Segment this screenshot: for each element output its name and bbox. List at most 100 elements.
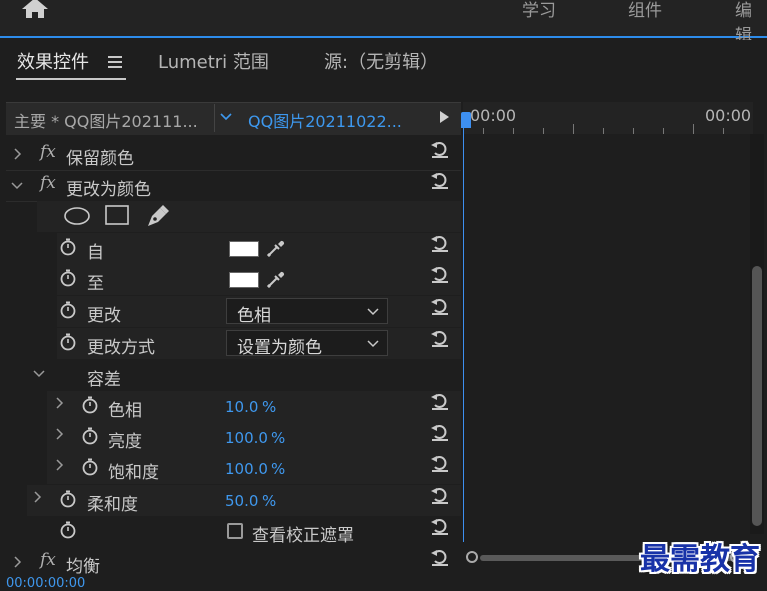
param-label-hue: 色相 <box>108 401 142 421</box>
change-dropdown-value: 色相 <box>237 306 271 326</box>
master-clip-label[interactable]: 主要 * QQ图片202111... <box>14 108 198 132</box>
ruler-time-start: 00:00 <box>470 106 517 125</box>
stopwatch-icon[interactable] <box>59 521 77 539</box>
rectangle-mask-icon[interactable] <box>105 205 129 227</box>
sequence-clip-label[interactable]: QQ图片20211022... <box>248 108 402 132</box>
param-label-change: 更改 <box>87 306 121 326</box>
param-row-to[interactable]: 至 <box>57 264 461 295</box>
hue-value[interactable]: 10.0 <box>225 398 258 416</box>
chevron-down-icon[interactable] <box>33 367 45 379</box>
param-row-from[interactable]: 自 <box>57 233 461 264</box>
effect-row-preserve-color[interactable]: fx 保留颜色 <box>6 139 461 171</box>
reset-icon[interactable] <box>430 518 450 536</box>
reset-icon[interactable] <box>430 141 450 159</box>
reset-icon[interactable] <box>430 424 450 442</box>
lightness-value[interactable]: 100.0 <box>225 429 268 447</box>
saturation-value[interactable]: 100.0 <box>225 460 268 478</box>
to-color-swatch[interactable] <box>229 272 259 288</box>
change-by-dropdown-value: 设置为颜色 <box>237 338 322 358</box>
effect-row-change-to-color[interactable]: fx 更改为颜色 <box>6 170 461 202</box>
view-mask-label: 查看校正遮罩 <box>252 526 354 546</box>
fx-icon[interactable]: fx <box>40 142 56 162</box>
reset-icon[interactable] <box>430 330 450 348</box>
mask-tools-row <box>37 201 461 232</box>
effect-row-equalize[interactable]: fx 均衡 <box>6 547 461 578</box>
vertical-scrollbar-thumb[interactable] <box>752 266 762 526</box>
tab-effect-controls[interactable]: 效果控件 <box>17 48 89 74</box>
effect-timeline[interactable] <box>463 102 767 586</box>
stopwatch-icon[interactable] <box>81 396 99 414</box>
reset-icon[interactable] <box>430 266 450 284</box>
tab-source[interactable]: 源:（无剪辑） <box>324 48 438 74</box>
play-triangle-icon[interactable] <box>438 110 450 124</box>
fx-icon[interactable]: fx <box>40 173 56 193</box>
view-mask-checkbox[interactable] <box>227 523 243 539</box>
home-icon[interactable] <box>20 0 50 20</box>
stopwatch-icon[interactable] <box>59 333 77 351</box>
param-row-view-mask[interactable]: 查看校正遮罩 <box>27 516 461 547</box>
effect-name-change-to-color: 更改为颜色 <box>66 180 151 200</box>
reset-icon[interactable] <box>430 235 450 253</box>
param-label-change-by: 更改方式 <box>87 338 155 358</box>
chevron-down-icon[interactable] <box>220 112 232 122</box>
effect-name-preserve-color: 保留颜色 <box>66 149 134 169</box>
stopwatch-icon[interactable] <box>59 301 77 319</box>
playhead-line[interactable] <box>463 112 464 542</box>
param-label-from: 自 <box>87 243 104 263</box>
reset-icon[interactable] <box>430 455 450 473</box>
softness-unit: % <box>262 492 277 510</box>
param-row-lightness[interactable]: 亮度 100.0 % <box>47 422 461 453</box>
workspace-tab-assembly[interactable]: 组件 <box>628 0 662 21</box>
ellipse-mask-icon[interactable] <box>63 206 91 226</box>
current-timecode[interactable]: 00:00:00:00 <box>6 576 85 591</box>
softness-value[interactable]: 50.0 <box>225 492 258 510</box>
group-row-tolerance[interactable]: 容差 <box>27 359 461 390</box>
from-color-swatch[interactable] <box>229 241 259 257</box>
stopwatch-icon[interactable] <box>81 458 99 476</box>
chevron-right-icon[interactable] <box>53 428 65 440</box>
param-row-change-by[interactable]: 更改方式 设置为颜色 <box>57 328 461 359</box>
active-tab-underline <box>16 78 126 80</box>
tab-lumetri-scope[interactable]: Lumetri 范围 <box>158 48 269 74</box>
param-label-lightness: 亮度 <box>108 432 142 452</box>
param-row-change[interactable]: 更改 色相 <box>57 296 461 327</box>
chevron-down-icon <box>367 340 379 348</box>
playhead-handle[interactable] <box>461 112 471 128</box>
param-label-softness: 柔和度 <box>87 495 138 515</box>
saturation-unit: % <box>271 460 286 478</box>
watermark-logo: 最需教育 <box>640 542 760 577</box>
fx-icon[interactable]: fx <box>40 550 56 570</box>
lightness-unit: % <box>271 429 286 447</box>
chevron-down-icon[interactable] <box>11 179 23 191</box>
group-label-tolerance: 容差 <box>87 370 121 390</box>
panel-menu-icon[interactable] <box>108 56 122 68</box>
stopwatch-icon[interactable] <box>59 269 77 287</box>
zoom-scrollbar-left-handle[interactable] <box>466 551 478 563</box>
change-dropdown[interactable]: 色相 <box>226 298 388 326</box>
reset-icon[interactable] <box>430 393 450 411</box>
param-row-saturation[interactable]: 饱和度 100.0 % <box>47 453 461 484</box>
eyedropper-icon[interactable] <box>265 237 287 259</box>
pen-mask-icon[interactable] <box>145 203 171 229</box>
stopwatch-icon[interactable] <box>81 427 99 445</box>
change-by-dropdown[interactable]: 设置为颜色 <box>226 330 388 358</box>
stopwatch-icon[interactable] <box>59 490 77 508</box>
hue-unit: % <box>262 398 277 416</box>
stopwatch-icon[interactable] <box>59 238 77 256</box>
reset-icon[interactable] <box>430 549 450 567</box>
clip-header-divider <box>214 104 215 132</box>
reset-icon[interactable] <box>430 298 450 316</box>
reset-icon[interactable] <box>430 487 450 505</box>
eyedropper-icon[interactable] <box>265 268 287 290</box>
chevron-right-icon[interactable] <box>53 459 65 471</box>
workspace-tab-learn[interactable]: 学习 <box>522 0 556 21</box>
chevron-right-icon[interactable] <box>31 491 43 503</box>
reset-icon[interactable] <box>430 172 450 190</box>
param-row-softness[interactable]: 柔和度 50.0 % <box>27 485 461 516</box>
chevron-right-icon[interactable] <box>53 397 65 409</box>
chevron-right-icon[interactable] <box>11 556 23 568</box>
chevron-right-icon[interactable] <box>11 148 23 160</box>
param-label-to: 至 <box>87 274 104 294</box>
param-row-hue[interactable]: 色相 10.0 % <box>47 391 461 422</box>
ruler-time-end: 00:00 <box>705 106 752 125</box>
